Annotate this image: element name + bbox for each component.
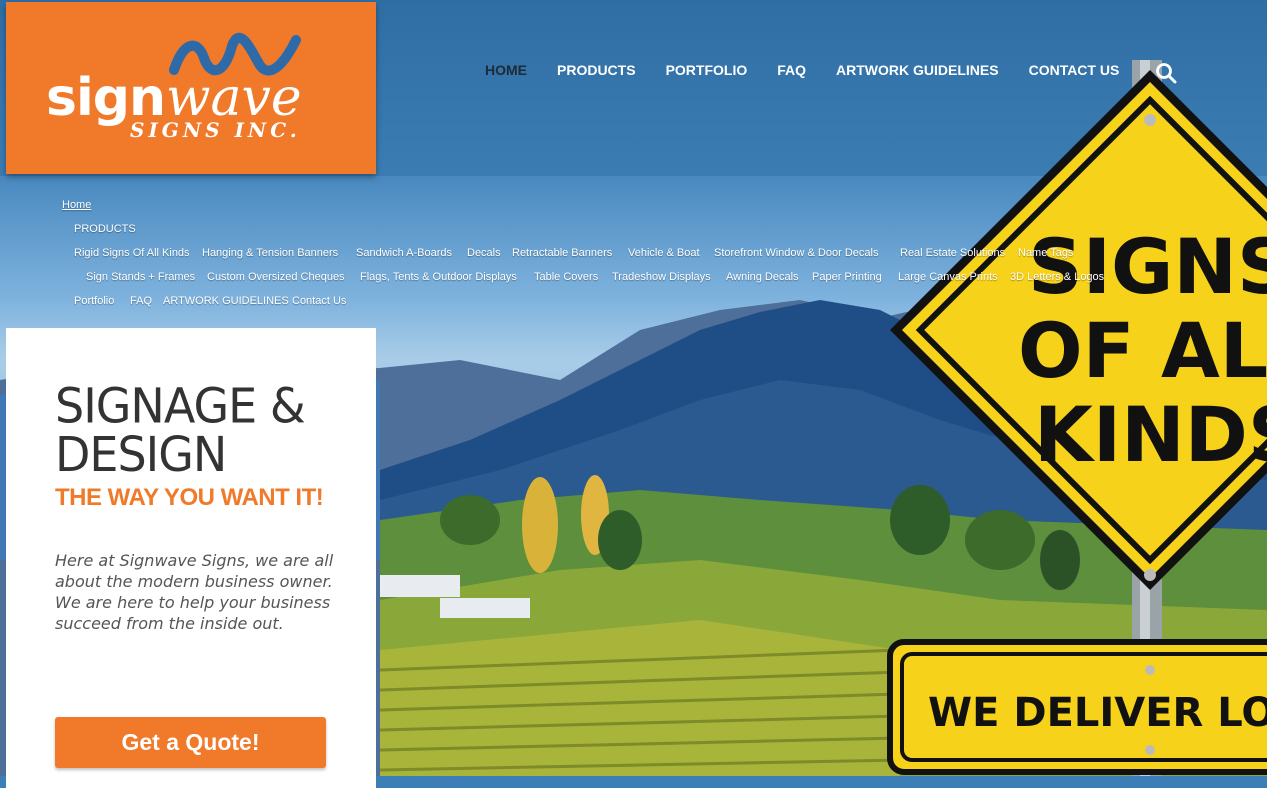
main-navigation: HOME PRODUCTS PORTFOLIO FAQ ARTWORK GUID… [485, 62, 1119, 78]
sitemap-link[interactable]: Contact Us [292, 295, 346, 307]
sitemap-link[interactable]: Sandwich A-Boards [356, 247, 452, 259]
sitemap-link[interactable]: 3D Letters & Logos [1010, 271, 1104, 283]
nav-home[interactable]: HOME [485, 62, 527, 78]
road-sign-line3: KINDS [1034, 390, 1267, 479]
nav-portfolio[interactable]: PORTFOLIO [666, 62, 748, 78]
logo-subtitle: SIGNS INC. [130, 118, 301, 142]
search-icon[interactable] [1155, 62, 1177, 84]
hero-tagline: THE WAY YOU WANT IT! [55, 484, 324, 511]
get-quote-button[interactable]: Get a Quote! [55, 717, 326, 768]
nav-products[interactable]: PRODUCTS [557, 62, 636, 78]
sitemap-link[interactable]: Sign Stands + Frames [86, 271, 195, 283]
hero-card: SIGNAGE & DESIGN THE WAY YOU WANT IT! He… [6, 328, 376, 788]
sitemap-link[interactable]: Retractable Banners [512, 247, 612, 259]
road-sign-bottom-text: WE DELIVER LOC [928, 690, 1267, 736]
sitemap-home[interactable]: Home [62, 199, 91, 211]
sitemap-link[interactable]: Hanging & Tension Banners [202, 247, 338, 259]
sitemap-link[interactable]: Decals [467, 247, 501, 259]
sitemap-link[interactable]: Table Covers [534, 271, 598, 283]
hero-title-line2: DESIGN [55, 425, 227, 483]
sitemap-products[interactable]: PRODUCTS [74, 223, 136, 235]
sitemap-link[interactable]: Storefront Window & Door Decals [714, 247, 878, 259]
nav-faq[interactable]: FAQ [777, 62, 806, 78]
sitemap-link[interactable]: Portfolio [74, 295, 114, 307]
road-sign-line1: SIGNS [1028, 222, 1267, 311]
sitemap-link[interactable]: Real Estate Solutions [900, 247, 1005, 259]
sitemap-link[interactable]: Name Tags [1018, 247, 1073, 259]
sitemap-link[interactable]: ARTWORK GUIDELINES [163, 295, 289, 307]
site-logo[interactable]: sign wave SIGNS INC. [6, 2, 376, 174]
sitemap-link[interactable]: Large Canvas Prints [898, 271, 998, 283]
hero-description: Here at Signwave Signs, we are all about… [55, 551, 334, 633]
hero-title-line1: SIGNAGE & [55, 377, 306, 435]
hero-title: SIGNAGE & DESIGN [55, 382, 355, 479]
sitemap-link[interactable]: Paper Printing [812, 271, 882, 283]
sitemap-link[interactable]: Vehicle & Boat [628, 247, 700, 259]
road-sign-line2: OF ALL [1018, 306, 1267, 395]
nav-artwork-guidelines[interactable]: ARTWORK GUIDELINES [836, 62, 999, 78]
sitemap-link[interactable]: Tradeshow Displays [612, 271, 711, 283]
sitemap-link[interactable]: Custom Oversized Cheques [207, 271, 345, 283]
sitemap-link[interactable]: Rigid Signs Of All Kinds [74, 247, 190, 259]
nav-contact-us[interactable]: CONTACT US [1029, 62, 1120, 78]
sitemap-link[interactable]: Awning Decals [726, 271, 799, 283]
sitemap-link[interactable]: FAQ [130, 295, 152, 307]
sitemap-link[interactable]: Flags, Tents & Outdoor Displays [360, 271, 517, 283]
